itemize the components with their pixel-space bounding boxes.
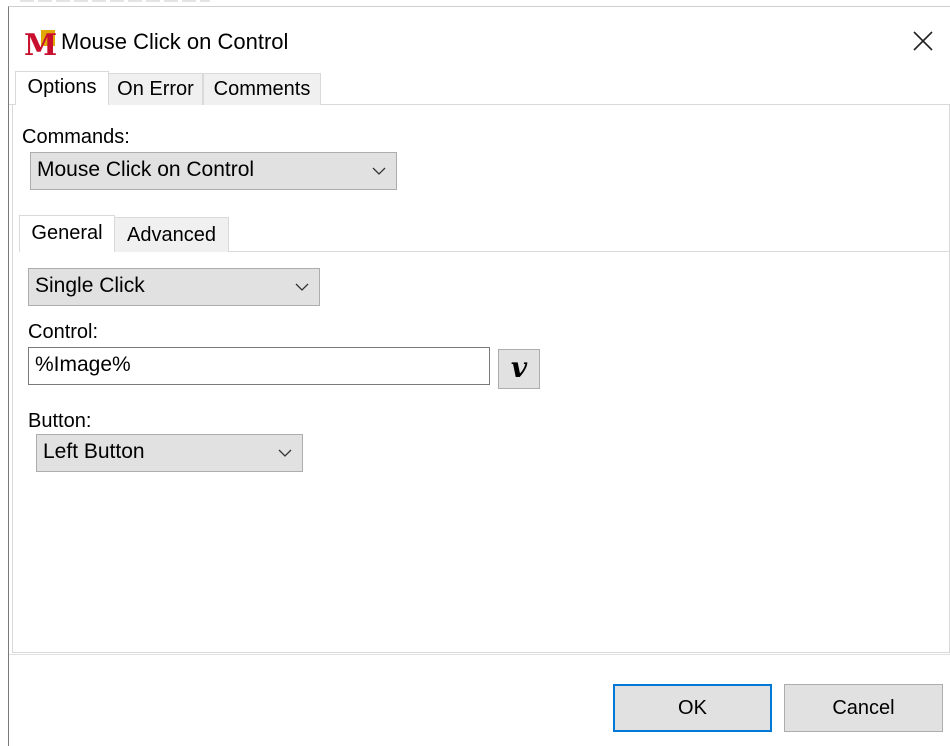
- dialog-window: M Mouse Click on Control Options On Erro…: [8, 6, 950, 746]
- control-input[interactable]: %Image%: [28, 347, 490, 385]
- mouse-button-dropdown[interactable]: Left Button: [36, 434, 303, 472]
- control-label: Control:: [28, 321, 99, 343]
- button-label: Button:: [28, 410, 92, 432]
- variable-button[interactable]: v: [498, 349, 540, 389]
- cancel-button[interactable]: Cancel: [784, 684, 943, 732]
- chevron-down-icon: [372, 153, 386, 189]
- commands-label: Commands:: [22, 126, 130, 148]
- click-type-dropdown[interactable]: Single Click: [28, 268, 320, 306]
- footer-divider: [9, 654, 950, 655]
- window-title: Mouse Click on Control: [61, 29, 289, 54]
- chevron-down-icon: [295, 269, 309, 305]
- click-type-value: Single Click: [35, 274, 145, 297]
- mouse-button-value: Left Button: [43, 440, 145, 463]
- close-icon: [913, 31, 933, 51]
- tab-options[interactable]: Options: [15, 71, 109, 105]
- chevron-down-icon: [278, 435, 292, 471]
- tab-on-error[interactable]: On Error: [108, 73, 203, 105]
- close-button[interactable]: [895, 19, 950, 63]
- tab-comments[interactable]: Comments: [203, 73, 321, 105]
- tab-advanced[interactable]: Advanced: [114, 217, 229, 252]
- app-logo-icon: M: [24, 28, 57, 58]
- options-panel: Commands: Mouse Click on Control General…: [12, 105, 950, 653]
- background-window-text: [20, 0, 210, 2]
- tab-general[interactable]: General: [19, 215, 115, 252]
- app-logo-letter: M: [24, 28, 57, 58]
- commands-dropdown[interactable]: Mouse Click on Control: [30, 152, 397, 190]
- commands-dropdown-value: Mouse Click on Control: [37, 158, 255, 181]
- title-bar: M Mouse Click on Control: [9, 7, 950, 71]
- ok-button[interactable]: OK: [613, 684, 772, 732]
